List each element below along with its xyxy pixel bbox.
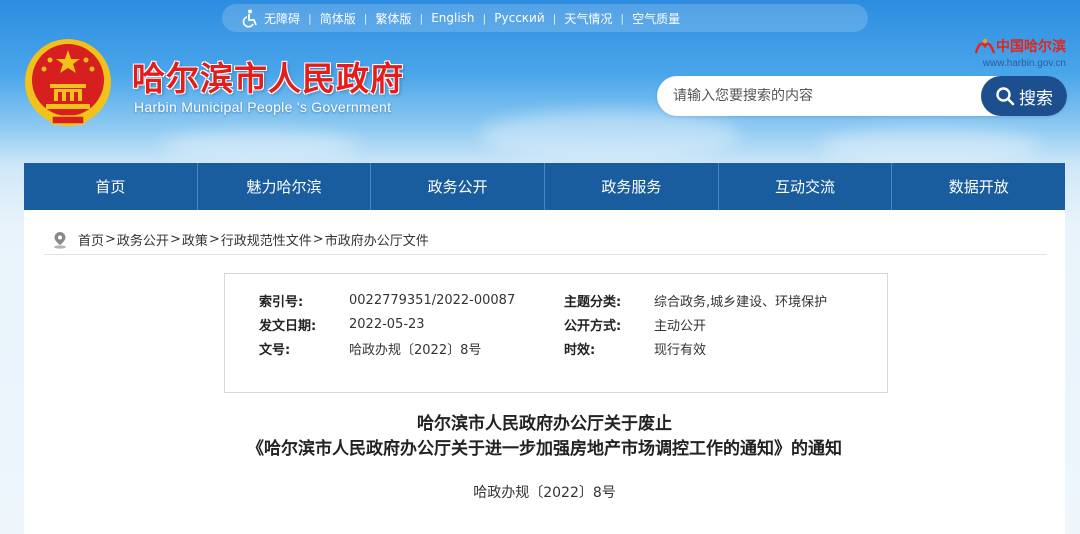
brand-logo[interactable]: 中国哈尔滨 www.harbin.gov.cn	[974, 36, 1066, 69]
english-link[interactable]: English	[431, 11, 474, 25]
search-button-label: 搜索	[1019, 88, 1053, 109]
russian-link[interactable]: Русский	[494, 11, 544, 25]
search-input[interactable]	[657, 88, 981, 104]
open-method-label: 公开方式:	[564, 318, 622, 334]
simplified-chinese-link[interactable]: 简体版	[320, 10, 356, 27]
nav-gov-services[interactable]: 政务服务	[545, 163, 719, 210]
air-quality-link[interactable]: 空气质量	[632, 10, 680, 27]
nav-gov-affairs-open[interactable]: 政务公开	[371, 163, 546, 210]
document-title-line2: 《哈尔滨市人民政府办公厅关于进一步加强房地产市场调控工作的通知》的通知	[247, 439, 842, 459]
brand-name: 中国哈尔滨	[996, 39, 1066, 55]
metadata-row: 索引号: 0022779351/2022-00087 主题分类: 综合政务,城乡…	[259, 288, 887, 312]
document-title: 哈尔滨市人民政府办公厅关于废止 《哈尔滨市人民政府办公厅关于进一步加强房地产市场…	[24, 412, 1065, 462]
date-value: 2022-05-23	[349, 316, 425, 332]
content-panel: 首页 > 政务公开 > 政策 > 行政规范性文件 > 市政府办公厅文件 索引号: 002…	[24, 210, 1065, 534]
metadata-row: 文号: 哈政办规〔2022〕8号 时效: 现行有效	[259, 336, 887, 360]
breadcrumb-office-documents[interactable]: 市政府办公厅文件	[325, 230, 429, 249]
location-pin-icon	[54, 231, 66, 249]
breadcrumb-policy[interactable]: 政策	[182, 230, 208, 249]
document-title-line1: 哈尔滨市人民政府办公厅关于废止	[417, 414, 672, 434]
separator: |	[363, 11, 368, 25]
validity-label: 时效:	[564, 342, 596, 358]
validity-value: 现行有效	[654, 342, 707, 358]
separator: |	[308, 11, 312, 25]
breadcrumb-separator: >	[169, 232, 181, 247]
separator: |	[552, 11, 557, 25]
accessibility-icon	[242, 9, 257, 28]
index-label: 索引号:	[259, 294, 304, 310]
doc-number-label: 文号:	[259, 342, 291, 358]
breadcrumb-separator: >	[312, 232, 324, 247]
nav-interaction[interactable]: 互动交流	[719, 163, 893, 210]
metadata-row: 发文日期: 2022-05-23 公开方式: 主动公开	[259, 312, 887, 336]
site-title[interactable]: 哈尔滨市人民政府	[132, 52, 404, 100]
nav-home[interactable]: 首页	[24, 163, 198, 210]
nav-charm-harbin[interactable]: 魅力哈尔滨	[198, 163, 372, 210]
index-value: 0022779351/2022-00087	[349, 292, 516, 308]
main-nav: 首页 魅力哈尔滨 政务公开 政务服务 互动交流 数据开放	[24, 163, 1065, 210]
brand-url: www.harbin.gov.cn	[982, 58, 1066, 69]
breadcrumb-separator: >	[105, 232, 116, 247]
search-icon	[996, 87, 1015, 106]
search-button[interactable]: 搜索	[981, 76, 1067, 116]
breadcrumb-home[interactable]: 首页	[78, 230, 104, 249]
open-method-value: 主动公开	[654, 318, 707, 334]
date-label: 发文日期:	[259, 318, 317, 334]
separator: |	[620, 11, 625, 25]
separator: |	[482, 11, 487, 25]
separator: |	[419, 11, 424, 25]
top-utility-bar: 无障碍 | 简体版 | 繁体版 | English | Русский | 天气…	[222, 4, 868, 32]
divider	[44, 254, 1047, 255]
breadcrumb: 首页 > 政务公开 > 政策 > 行政规范性文件 > 市政府办公厅文件	[52, 230, 429, 249]
breadcrumb-separator: >	[208, 232, 220, 247]
breadcrumb-gov-affairs-open[interactable]: 政务公开	[117, 230, 169, 249]
weather-link[interactable]: 天气情况	[564, 10, 612, 27]
search-bar: 搜索	[657, 76, 1067, 116]
breadcrumb-normative-documents[interactable]: 行政规范性文件	[221, 230, 312, 249]
traditional-chinese-link[interactable]: 繁体版	[375, 10, 411, 27]
nav-open-data[interactable]: 数据开放	[892, 163, 1065, 210]
category-value: 综合政务,城乡建设、环境保护	[654, 294, 828, 310]
harbin-logo-icon	[974, 38, 996, 54]
document-number: 哈政办规〔2022〕8号	[473, 485, 616, 501]
category-label: 主题分类:	[564, 294, 622, 310]
accessibility-link[interactable]: 无障碍	[240, 8, 300, 28]
doc-number-value: 哈政办规〔2022〕8号	[349, 342, 482, 358]
document-metadata-box: 索引号: 0022779351/2022-00087 主题分类: 综合政务,城乡…	[224, 273, 888, 393]
site-subtitle: Harbin Municipal People 's Government	[134, 99, 392, 115]
national-emblem-icon[interactable]	[22, 36, 114, 128]
